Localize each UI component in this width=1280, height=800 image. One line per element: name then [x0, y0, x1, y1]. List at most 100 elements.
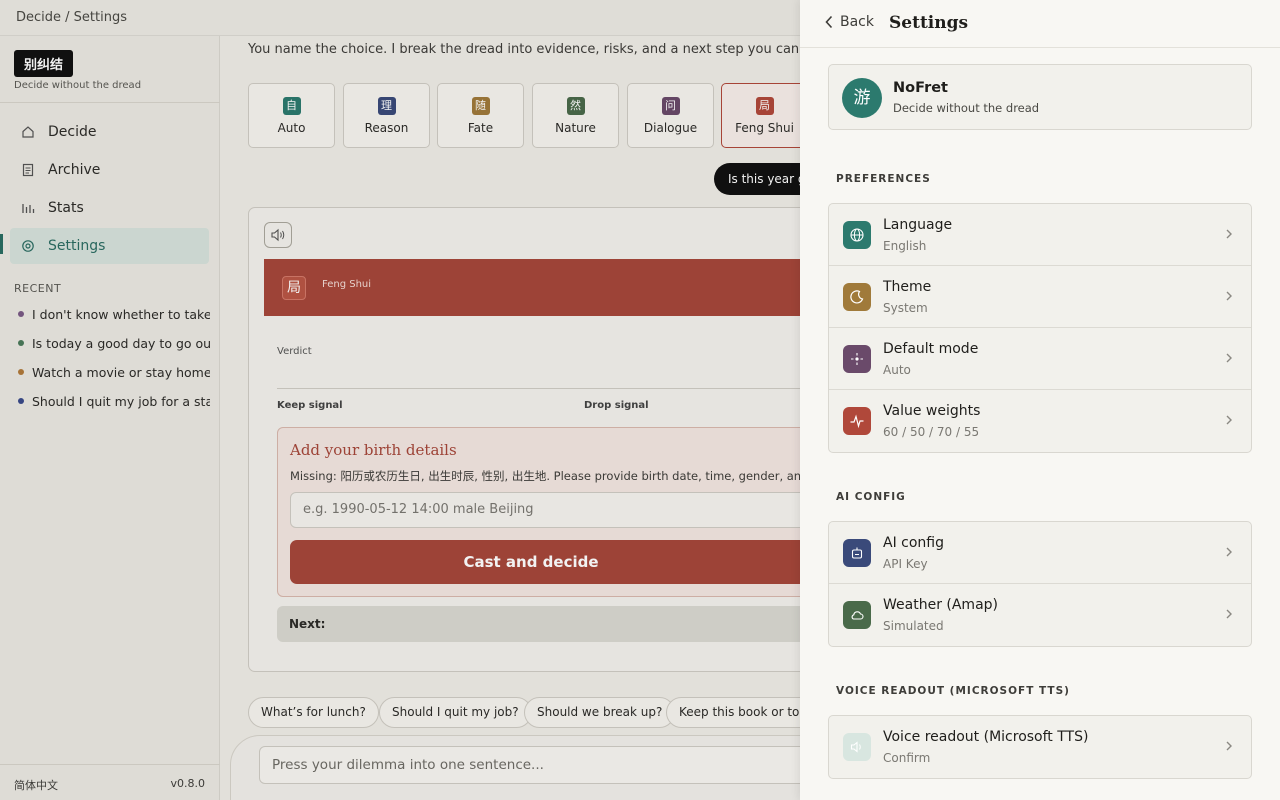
- mode-glyph: 随: [471, 97, 490, 115]
- row-title: Weather (Amap): [883, 597, 999, 613]
- sidebar-item-label: Stats: [48, 200, 84, 216]
- suggestion-chip[interactable]: Should I quit my job?: [379, 697, 532, 728]
- recent-item[interactable]: I don't know whether to take th: [18, 304, 210, 324]
- globe-icon: [843, 221, 871, 249]
- row-title: Theme: [883, 279, 932, 295]
- next-step-box: Next:: [277, 606, 807, 642]
- cast-and-decide-button[interactable]: Cast and decide: [290, 540, 807, 584]
- mode-label: Nature: [555, 121, 596, 135]
- mode-auto[interactable]: 自 Auto: [248, 83, 335, 148]
- pulse-icon: [843, 407, 871, 435]
- brand-tagline: Decide without the dread: [14, 80, 142, 91]
- bar-chart-icon: [20, 200, 36, 216]
- sidebar-divider: [0, 102, 220, 103]
- drawer-header: Back Settings: [800, 0, 1280, 48]
- home-icon: [20, 124, 36, 140]
- sidebar-item-label: Decide: [48, 124, 97, 140]
- preferences-group: Language English Theme System Default mo…: [828, 203, 1252, 453]
- mode-nature[interactable]: 然 Nature: [532, 83, 619, 148]
- recent-item[interactable]: Watch a movie or stay home th: [18, 362, 210, 382]
- recent-item[interactable]: Is today a good day to go out?: [18, 333, 210, 353]
- mode-feng-shui[interactable]: 局 Feng Shui: [721, 83, 808, 148]
- birth-missing-text: Missing: 阳历或农历生日, 出生时辰, 性别, 出生地. Please …: [290, 469, 808, 483]
- app-info-card: 游 NoFret Decide without the dread: [828, 64, 1252, 130]
- sidebar-item-label: Archive: [48, 162, 101, 178]
- app-logo: 游: [842, 78, 882, 118]
- intro-text: You name the choice. I break the dread i…: [248, 42, 848, 57]
- row-value: English: [883, 239, 927, 253]
- keep-signal-label: Keep signal: [277, 400, 343, 411]
- mode-glyph: 然: [566, 97, 585, 115]
- settings-row-voice-readout[interactable]: Voice readout (Microsoft TTS) Confirm: [829, 716, 1251, 778]
- mode-glyph: 自: [282, 97, 301, 115]
- recent-dot: [18, 340, 24, 346]
- brand-logo[interactable]: 别纠结: [14, 50, 74, 77]
- recent-item-text: I don't know whether to take th: [32, 306, 210, 322]
- settings-row-theme[interactable]: Theme System: [829, 266, 1251, 328]
- row-title: Language: [883, 217, 953, 233]
- settings-row-default-mode[interactable]: Default mode Auto: [829, 328, 1251, 390]
- dilemma-input[interactable]: Press your dilemma into one sentence...: [259, 746, 819, 784]
- breadcrumb: Decide / Settings: [16, 10, 127, 25]
- back-label: Back: [840, 14, 874, 30]
- birth-details-panel: Add your birth details Missing: 阳历或农历生日,…: [277, 427, 808, 597]
- mode-reason[interactable]: 理 Reason: [343, 83, 430, 148]
- sidebar-item-stats[interactable]: Stats: [10, 190, 209, 226]
- recent-dot: [18, 398, 24, 404]
- verdict-label: Verdict: [277, 346, 312, 357]
- cast-button-label: Cast and decide: [463, 553, 599, 571]
- recent-item[interactable]: Should I quit my job for a start: [18, 391, 210, 411]
- next-label: Next:: [289, 617, 326, 631]
- settings-row-weather[interactable]: Weather (Amap) Simulated: [829, 584, 1251, 646]
- birth-details-title: Add your birth details: [290, 441, 457, 459]
- mode-fate[interactable]: 随 Fate: [437, 83, 524, 148]
- settings-row-language[interactable]: Language English: [829, 204, 1251, 266]
- row-value: System: [883, 301, 928, 315]
- mode-banner: 局 Feng Shui: [264, 259, 807, 316]
- birth-details-input[interactable]: e.g. 1990-05-12 14:00 male Beijing: [290, 492, 807, 528]
- robot-icon: [843, 539, 871, 567]
- banner-title: Feng Shui: [322, 279, 372, 290]
- mode-dialogue[interactable]: 问 Dialogue: [627, 83, 714, 148]
- suggestion-chip[interactable]: Should we break up?: [524, 697, 676, 728]
- recent-dot: [18, 311, 24, 317]
- language-switch[interactable]: 简体中文: [14, 777, 58, 793]
- drop-signal-label: Drop signal: [584, 400, 649, 411]
- row-title: Default mode: [883, 341, 979, 357]
- mode-label: Auto: [277, 121, 306, 135]
- sidebar-footer-divider: [0, 764, 220, 765]
- recent-dot: [18, 369, 24, 375]
- sidebar: 别纠结 Decide without the dread Decide Arch…: [0, 36, 220, 800]
- chevron-right-icon: [1225, 352, 1233, 364]
- back-button[interactable]: Back: [824, 14, 874, 30]
- chevron-right-icon: [1225, 546, 1233, 558]
- chevron-right-icon: [1225, 290, 1233, 302]
- section-voice-readout: VOICE READOUT (MICROSOFT TTS): [836, 685, 1070, 697]
- settings-drawer: Back Settings 游 NoFret Decide without th…: [800, 0, 1280, 800]
- settings-row-ai-config[interactable]: AI config API Key: [829, 522, 1251, 584]
- result-card: 局 Feng Shui Verdict Keep signal Drop sig…: [248, 207, 808, 672]
- suggestion-chip[interactable]: What’s for lunch?: [248, 697, 379, 728]
- section-ai-config: AI CONFIG: [836, 491, 906, 503]
- chevron-right-icon: [1225, 740, 1233, 752]
- cloud-icon: [843, 601, 871, 629]
- chevron-left-icon: [824, 15, 834, 29]
- speaker-icon: [271, 228, 285, 242]
- voice-readout-group: Voice readout (Microsoft TTS) Confirm: [828, 715, 1252, 779]
- sidebar-item-archive[interactable]: Archive: [10, 152, 209, 188]
- banner-glyph: 局: [282, 276, 306, 300]
- moon-icon: [843, 283, 871, 311]
- app-name: NoFret: [893, 80, 948, 96]
- row-value: 60 / 50 / 70 / 55: [883, 425, 980, 439]
- settings-row-value-weights[interactable]: Value weights 60 / 50 / 70 / 55: [829, 390, 1251, 452]
- row-value: API Key: [883, 557, 928, 571]
- row-title: Value weights: [883, 403, 981, 419]
- read-aloud-button[interactable]: [264, 222, 292, 248]
- mode-glyph: 问: [661, 97, 680, 115]
- row-title: Voice readout (Microsoft TTS): [883, 729, 1089, 745]
- sidebar-item-settings[interactable]: Settings: [10, 228, 209, 264]
- sidebar-item-decide[interactable]: Decide: [10, 114, 209, 150]
- mode-glyph: 理: [377, 97, 396, 115]
- mode-label: Reason: [364, 121, 409, 135]
- drawer-title: Settings: [889, 13, 969, 33]
